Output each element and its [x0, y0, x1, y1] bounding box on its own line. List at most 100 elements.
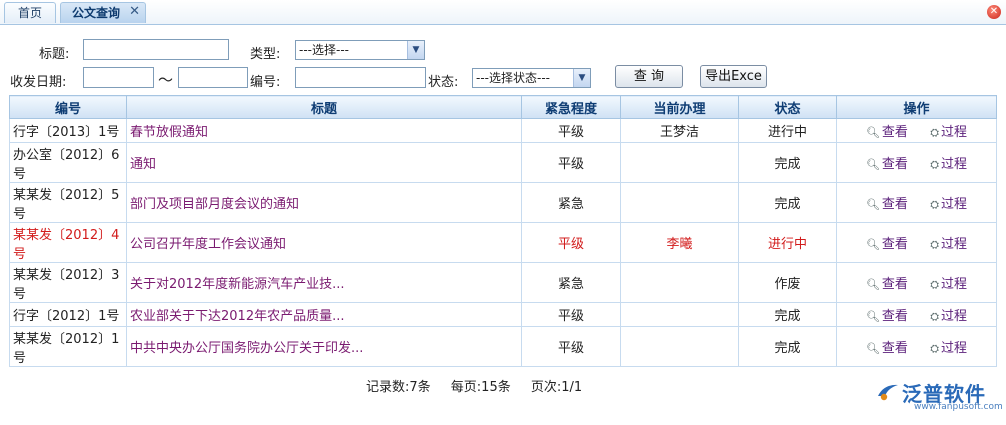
- cell-handler: [620, 182, 739, 223]
- number-input[interactable]: [295, 67, 426, 88]
- cell-status: 完成: [738, 142, 837, 183]
- column-header-handler[interactable]: 当前办理: [620, 95, 739, 119]
- cell-actions: 🔍︎ 查看 ⛭ 过程: [836, 222, 997, 263]
- magnifier-icon: 🔍︎: [865, 198, 880, 211]
- view-link[interactable]: 查看: [882, 277, 908, 292]
- export-excel-button[interactable]: 导出Exce: [700, 65, 767, 88]
- cell-title-link[interactable]: 农业部关于下达2012年农产品质量...: [126, 302, 522, 327]
- tab-document-query-label: 公文查询: [72, 6, 121, 20]
- cell-number: 某某发〔2012〕4号: [9, 222, 127, 263]
- column-header-status[interactable]: 状态: [738, 95, 837, 119]
- process-link[interactable]: 过程: [941, 309, 967, 324]
- org-chart-icon: ⛭: [930, 278, 940, 291]
- chevron-down-icon: ▼: [573, 69, 590, 87]
- cell-status: 进行中: [738, 222, 837, 263]
- cell-title-link[interactable]: 中共中央办公厅国务院办公厅关于印发...: [126, 326, 522, 367]
- cell-actions: 🔍︎ 查看 ⛭ 过程: [836, 142, 997, 183]
- cell-handler: [620, 302, 739, 327]
- view-link[interactable]: 查看: [882, 309, 908, 324]
- title-label: 标题:: [39, 47, 70, 62]
- pager-summary: 记录数:7条 每页:15条 页次:1/1: [366, 376, 598, 395]
- document-table: 编号 标题 紧急程度 当前办理 状态 操作 行字〔2013〕1号 春节放假通知 …: [9, 95, 997, 367]
- cell-urgency: 平级: [521, 222, 621, 263]
- org-chart-icon: ⛭: [930, 198, 940, 211]
- view-link[interactable]: 查看: [882, 237, 908, 252]
- column-header-title[interactable]: 标题: [126, 95, 522, 119]
- cell-handler: 王梦洁: [620, 118, 739, 143]
- cell-status: 完成: [738, 302, 837, 327]
- tab-home[interactable]: 首页: [4, 2, 56, 23]
- cell-urgency: 紧急: [521, 182, 621, 223]
- cell-status: 完成: [738, 182, 837, 223]
- date-label: 收发日期:: [10, 75, 67, 90]
- cell-urgency: 平级: [521, 326, 621, 367]
- process-link[interactable]: 过程: [941, 277, 967, 292]
- window-close-icon[interactable]: ✕: [987, 5, 1001, 19]
- cell-actions: 🔍︎ 查看 ⛭ 过程: [836, 118, 997, 143]
- process-link[interactable]: 过程: [941, 197, 967, 212]
- cell-urgency: 平级: [521, 142, 621, 183]
- magnifier-icon: 🔍︎: [865, 342, 880, 355]
- cell-status: 完成: [738, 326, 837, 367]
- brand-logo: 泛普软件 www.fanpusoft.com: [874, 376, 1003, 416]
- table-header-row: 编号 标题 紧急程度 当前办理 状态 操作: [9, 95, 997, 119]
- org-chart-icon: ⛭: [930, 342, 940, 355]
- table-row: 行字〔2012〕1号 农业部关于下达2012年农产品质量... 平级 完成 🔍︎…: [9, 302, 997, 327]
- table-row: 某某发〔2012〕1号 中共中央办公厅国务院办公厅关于印发... 平级 完成 🔍…: [9, 326, 997, 367]
- process-link[interactable]: 过程: [941, 125, 967, 140]
- status-select[interactable]: ---选择状态--- ▼: [472, 68, 591, 88]
- record-count: 记录数:7条: [366, 380, 431, 395]
- page-number: 页次:1/1: [530, 380, 583, 395]
- type-select-value: ---选择---: [299, 43, 349, 57]
- cell-title-link[interactable]: 关于对2012年度新能源汽车产业技...: [126, 262, 522, 303]
- view-link[interactable]: 查看: [882, 157, 908, 172]
- process-link[interactable]: 过程: [941, 237, 967, 252]
- cell-title-link[interactable]: 部门及项目部月度会议的通知: [126, 182, 522, 223]
- cell-urgency: 紧急: [521, 262, 621, 303]
- query-button[interactable]: 查 询: [615, 65, 683, 88]
- view-link[interactable]: 查看: [882, 125, 908, 140]
- cell-title-link[interactable]: 公司召开年度工作会议通知: [126, 222, 522, 263]
- cell-number: 某某发〔2012〕3号: [9, 262, 127, 303]
- process-link[interactable]: 过程: [941, 341, 967, 356]
- org-chart-icon: ⛭: [930, 310, 940, 323]
- magnifier-icon: 🔍︎: [865, 126, 880, 139]
- org-chart-icon: ⛭: [930, 126, 940, 139]
- cell-urgency: 平级: [521, 118, 621, 143]
- title-input[interactable]: [83, 39, 229, 60]
- date-from-input[interactable]: [83, 67, 154, 88]
- cell-title-link[interactable]: 通知: [126, 142, 522, 183]
- cell-handler: [620, 326, 739, 367]
- view-link[interactable]: 查看: [882, 341, 908, 356]
- column-header-urgency[interactable]: 紧急程度: [521, 95, 621, 119]
- table-row-highlighted: 某某发〔2012〕4号 公司召开年度工作会议通知 平级 李曦 进行中 🔍︎ 查看 …: [9, 222, 997, 263]
- cell-actions: 🔍︎ 查看 ⛭ 过程: [836, 262, 997, 303]
- cell-number: 某某发〔2012〕1号: [9, 326, 127, 367]
- date-to-input[interactable]: [178, 67, 248, 88]
- tab-close-icon[interactable]: ✕: [129, 2, 140, 22]
- number-label: 编号:: [250, 75, 281, 90]
- cell-handler: [620, 142, 739, 183]
- page-size: 每页:15条: [450, 380, 511, 395]
- cell-urgency: 平级: [521, 302, 621, 327]
- cell-status: 进行中: [738, 118, 837, 143]
- cell-actions: 🔍︎ 查看 ⛭ 过程: [836, 182, 997, 223]
- type-select[interactable]: ---选择--- ▼: [295, 40, 425, 60]
- table-row: 办公室〔2012〕6号 通知 平级 完成 🔍︎ 查看 ⛭ 过程: [9, 142, 997, 183]
- tab-home-label: 首页: [17, 6, 42, 20]
- view-link[interactable]: 查看: [882, 197, 908, 212]
- cell-actions: 🔍︎ 查看 ⛭ 过程: [836, 302, 997, 327]
- magnifier-icon: 🔍︎: [865, 158, 880, 171]
- tab-bar: 首页 公文查询 ✕ ✕: [0, 0, 1006, 25]
- magnifier-icon: 🔍︎: [865, 310, 880, 323]
- org-chart-icon: ⛭: [930, 238, 940, 251]
- type-label: 类型:: [250, 47, 281, 62]
- column-header-actions: 操作: [836, 95, 997, 119]
- process-link[interactable]: 过程: [941, 157, 967, 172]
- column-header-number[interactable]: 编号: [9, 95, 127, 119]
- cell-title-link[interactable]: 春节放假通知: [126, 118, 522, 143]
- cell-handler: [620, 262, 739, 303]
- brand-mark-icon: [878, 384, 898, 401]
- magnifier-icon: 🔍︎: [865, 278, 880, 291]
- tab-document-query[interactable]: 公文查询 ✕: [60, 2, 146, 23]
